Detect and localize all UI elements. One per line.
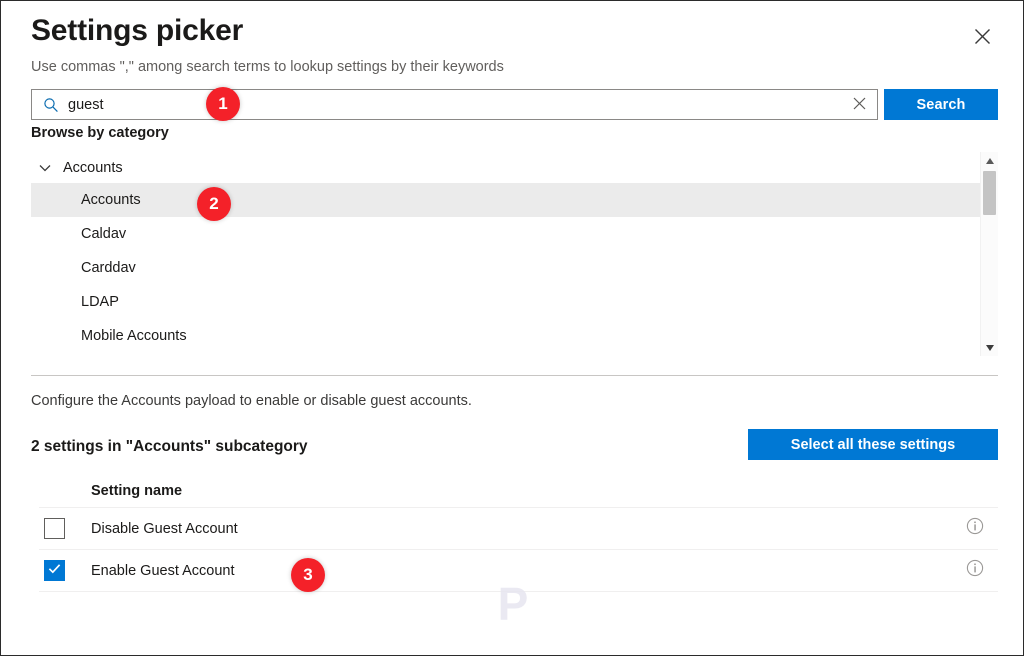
search-box[interactable] bbox=[31, 89, 878, 120]
clear-icon bbox=[853, 97, 866, 113]
settings-picker-dialog: Settings picker Use commas "," among sea… bbox=[0, 0, 1024, 656]
category-item-mobile-accounts[interactable]: Mobile Accounts bbox=[31, 319, 980, 353]
settings-count-label: 2 settings in "Accounts" subcategory bbox=[31, 438, 308, 455]
category-item-accounts[interactable]: Accounts bbox=[31, 183, 980, 217]
callout-badge-3: 3 bbox=[291, 558, 325, 592]
dialog-header: Settings picker Use commas "," among sea… bbox=[31, 11, 999, 77]
scroll-up-arrow-icon[interactable] bbox=[981, 152, 998, 169]
callout-badge-1: 1 bbox=[206, 87, 240, 121]
table-header-row: Setting name bbox=[39, 475, 998, 508]
scroll-down-arrow-icon[interactable] bbox=[981, 339, 998, 356]
table-row[interactable]: Disable Guest Account bbox=[39, 508, 998, 550]
scrollbar-thumb[interactable] bbox=[983, 171, 996, 215]
setting-name: Enable Guest Account bbox=[91, 562, 235, 579]
clear-search-button[interactable] bbox=[847, 93, 871, 117]
category-item-label: Mobile Accounts bbox=[81, 328, 187, 344]
callout-badge-2: 2 bbox=[197, 187, 231, 221]
close-icon bbox=[974, 28, 991, 45]
close-button[interactable] bbox=[965, 19, 999, 53]
category-item-label: LDAP bbox=[81, 294, 119, 310]
page-title: Settings picker bbox=[31, 14, 244, 47]
category-item-carddav[interactable]: Carddav bbox=[31, 251, 980, 285]
category-item-ldap[interactable]: LDAP bbox=[31, 285, 980, 319]
table-row[interactable]: Enable Guest Account bbox=[39, 550, 998, 592]
chevron-down-icon bbox=[37, 160, 53, 176]
checkmark-icon bbox=[47, 561, 62, 581]
section-divider bbox=[31, 375, 998, 376]
dialog-subtitle: Use commas "," among search terms to loo… bbox=[31, 59, 504, 75]
category-list-scrollbar[interactable] bbox=[980, 152, 998, 356]
info-icon bbox=[966, 559, 984, 582]
settings-count-row: 2 settings in "Accounts" subcategory Sel… bbox=[31, 429, 998, 467]
category-item-caldav[interactable]: Caldav bbox=[31, 217, 980, 251]
info-button-enable-guest-account[interactable] bbox=[952, 559, 998, 582]
category-panel: Accounts Accounts Caldav Carddav LDAP Mo… bbox=[31, 152, 998, 356]
info-button-disable-guest-account[interactable] bbox=[952, 517, 998, 540]
browse-by-category-label: Browse by category bbox=[31, 125, 169, 141]
category-item-label: Caldav bbox=[81, 226, 127, 242]
search-input[interactable] bbox=[68, 90, 847, 119]
category-item-label: Carddav bbox=[81, 260, 136, 276]
row-checkbox-cell bbox=[39, 560, 91, 581]
search-icon bbox=[42, 96, 59, 113]
category-group-label: Accounts bbox=[63, 159, 123, 176]
checkbox-disable-guest-account[interactable] bbox=[44, 518, 65, 539]
checkbox-enable-guest-account[interactable] bbox=[44, 560, 65, 581]
column-header-setting-name: Setting name bbox=[91, 483, 183, 499]
payload-description: Configure the Accounts payload to enable… bbox=[31, 393, 472, 409]
settings-table: Setting name Disable Guest Account Enabl… bbox=[39, 475, 998, 592]
category-group-accounts[interactable]: Accounts bbox=[31, 152, 980, 183]
search-row: Search bbox=[31, 89, 998, 120]
category-item-label: Accounts bbox=[81, 192, 141, 208]
row-checkbox-cell bbox=[39, 518, 91, 539]
search-button[interactable]: Search bbox=[884, 89, 998, 120]
category-list: Accounts Accounts Caldav Carddav LDAP Mo… bbox=[31, 152, 980, 356]
select-all-settings-button[interactable]: Select all these settings bbox=[748, 429, 998, 460]
info-icon bbox=[966, 517, 984, 540]
setting-name: Disable Guest Account bbox=[91, 520, 238, 537]
